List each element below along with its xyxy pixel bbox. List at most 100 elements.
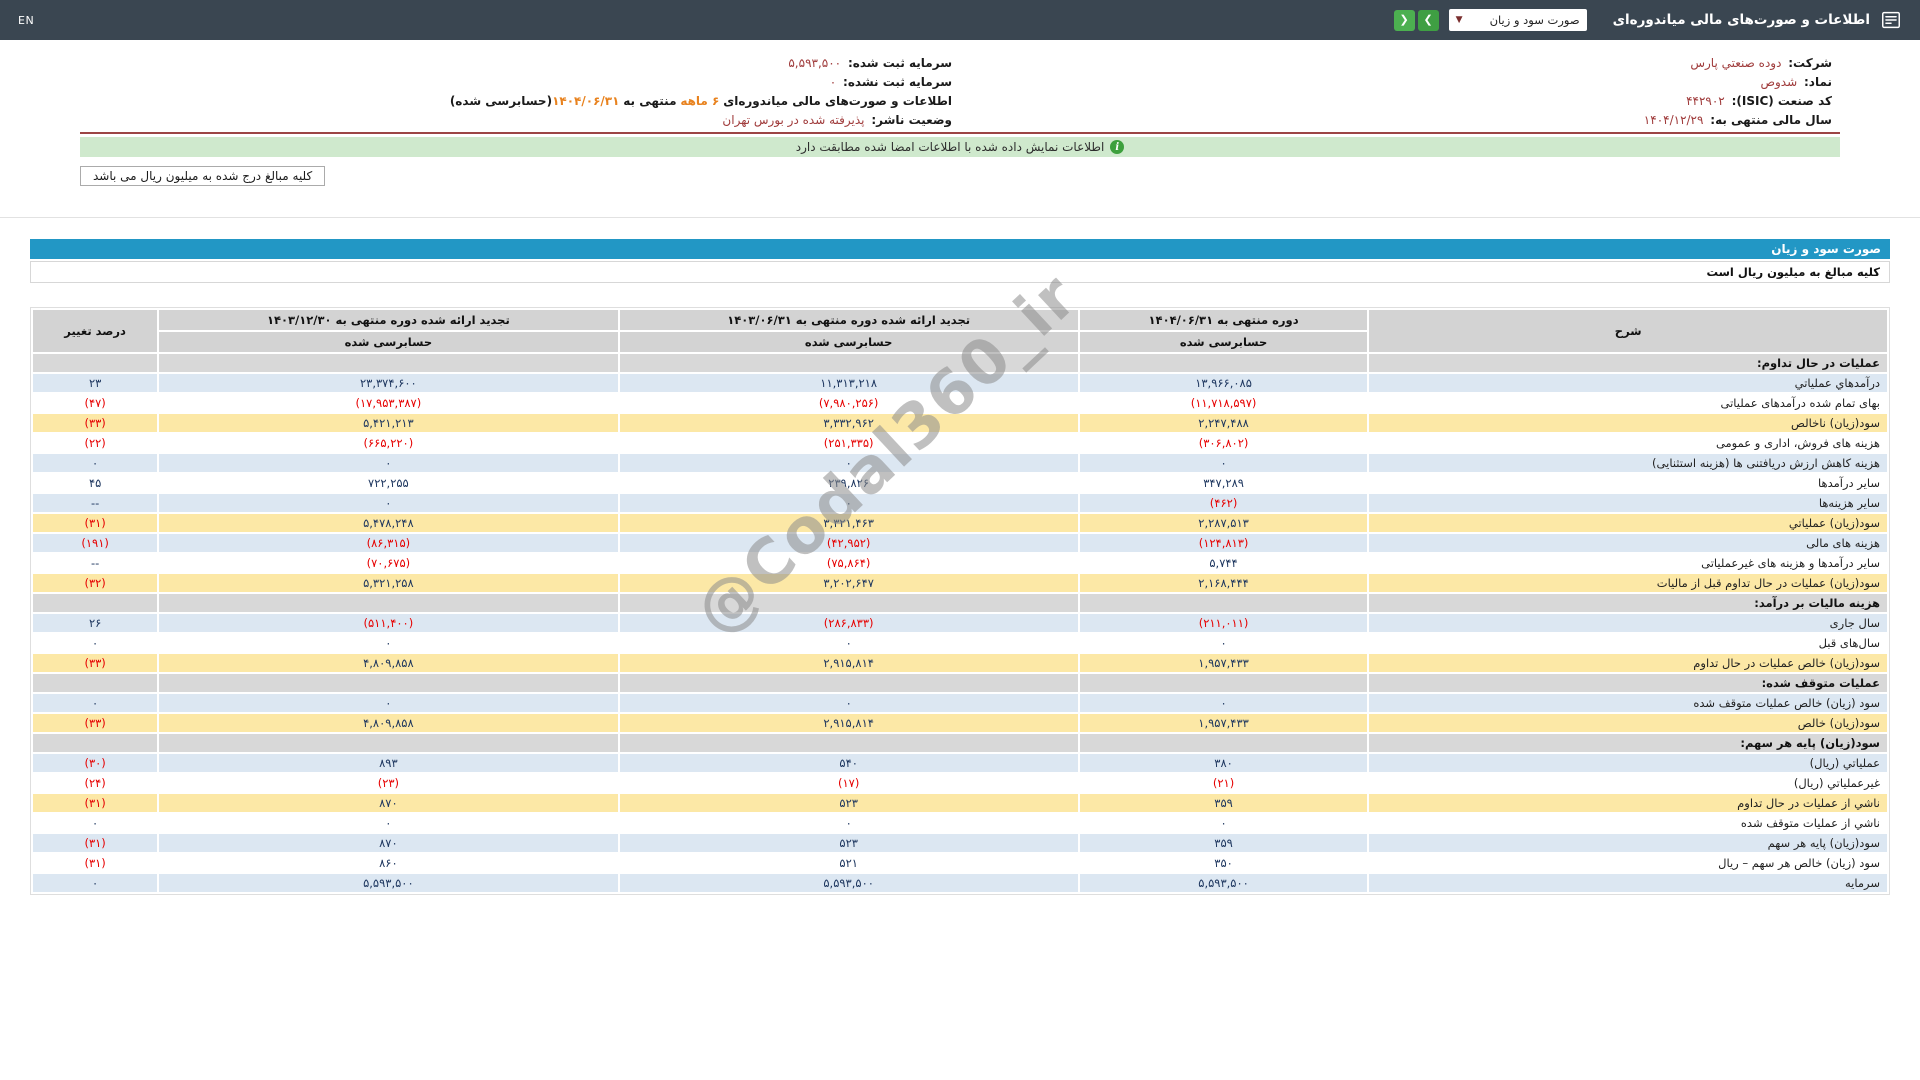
value-cell: (۷۵,۸۶۴)	[619, 553, 1079, 573]
change-percent-cell: (۳۳)	[32, 413, 158, 433]
row-label: غیرعملیاتي (ریال)	[1368, 773, 1888, 793]
change-percent-cell: (۱۹۱)	[32, 533, 158, 553]
value-cell	[619, 733, 1079, 753]
row-label: عملیات متوقف شده:	[1368, 673, 1888, 693]
value-cell	[158, 593, 618, 613]
nav-next-button[interactable]: ❯	[1418, 10, 1439, 31]
value-cell: ۰	[1079, 693, 1369, 713]
value-cell	[1079, 593, 1369, 613]
change-percent-cell: (۳۱)	[32, 793, 158, 813]
info-label: سال مالی منتهی به:	[1710, 113, 1832, 127]
amounts-unit-note-wrap: کلیه مبالغ درج شده به میلیون ریال می باش…	[80, 165, 1840, 186]
language-toggle[interactable]: EN	[18, 14, 34, 27]
row-label: هزینه مالیات بر درآمد:	[1368, 593, 1888, 613]
info-label: وضعیت ناشر:	[871, 113, 952, 127]
value-cell: ۰	[619, 493, 1079, 513]
page-title: اطلاعات و صورت‌های مالی میاندوره‌ای	[1613, 12, 1870, 28]
column-header-period-current: دوره منتهی به ۱۴۰۴/۰۶/۳۱	[1079, 309, 1369, 331]
change-percent-cell: --	[32, 493, 158, 513]
value-cell	[1079, 673, 1369, 693]
value-cell: (۴۲,۹۵۲)	[619, 533, 1079, 553]
value-cell: ۳,۳۳۲,۹۶۲	[619, 413, 1079, 433]
value-cell: ۸۹۳	[158, 753, 618, 773]
statement-nav-buttons: ❯ ❮	[1394, 10, 1439, 31]
info-value: پذیرفته شده در بورس تهران	[722, 113, 867, 127]
value-cell: (۷۰,۶۷۵)	[158, 553, 618, 573]
value-cell: ۰	[619, 453, 1079, 473]
value-cell: ۸۷۰	[158, 793, 618, 813]
statement-row: عملياتي (ریال)۳۸۰۵۴۰۸۹۳(۳۰)	[32, 753, 1888, 773]
value-cell: ۷۲۲,۲۵۵	[158, 473, 618, 493]
report-period-field: اطلاعات و صورت‌های مالی میاندوره‌ای ۶ ما…	[80, 91, 960, 110]
value-cell: (۲۳)	[158, 773, 618, 793]
info-label: کد صنعت (ISIC):	[1732, 94, 1832, 108]
statement-row: هزینه های فروش، اداری و عمومی(۳۰۶,۸۰۲)(۲…	[32, 433, 1888, 453]
row-label: سود(زیان) عملیات در حال تداوم قبل از مال…	[1368, 573, 1888, 593]
column-subheader-audited: حسابرسی شده	[158, 331, 618, 353]
value-cell: ۰	[158, 493, 618, 513]
value-cell	[158, 733, 618, 753]
row-label: درآمدهاي عملياتي	[1368, 373, 1888, 393]
top-header-bar: اطلاعات و صورت‌های مالی میاندوره‌ای صورت…	[0, 0, 1920, 40]
amounts-unit-note: کلیه مبالغ درج شده به میلیون ریال می باش…	[80, 166, 325, 186]
value-cell: ۲,۱۶۸,۴۴۴	[1079, 573, 1369, 593]
value-cell: ۵۲۳	[619, 793, 1079, 813]
statement-select-value: صورت سود و زیان	[1490, 13, 1580, 27]
row-label: سایر درآمدها	[1368, 473, 1888, 493]
statement-row: سال‌های قبل۰۰۰۰	[32, 633, 1888, 653]
statement-row: هزینه کاهش ارزش دریافتنی ها (هزینه استثن…	[32, 453, 1888, 473]
value-cell	[1079, 353, 1369, 373]
value-cell: ۳۵۹	[1079, 793, 1369, 813]
company-info-section: شرکت: دوده صنعتي پارس سرمایه ثبت شده: ۵,…	[80, 53, 1840, 186]
value-cell: ۳۵۰	[1079, 853, 1369, 873]
value-cell: (۱۱,۷۱۸,۵۹۷)	[1079, 393, 1369, 413]
info-value: ۱۴۰۴/۱۲/۲۹	[1644, 113, 1707, 127]
period-middle: منتهی به	[623, 94, 676, 108]
change-percent-cell: ۰	[32, 453, 158, 473]
row-label: سود(زیان) عملیاتي	[1368, 513, 1888, 533]
topbar-right-group: اطلاعات و صورت‌های مالی میاندوره‌ای صورت…	[1394, 9, 1902, 31]
column-header-period-restated-1: تجدید ارائه شده دوره منتهی به ۱۴۰۳/۰۶/۳۱	[619, 309, 1079, 331]
value-cell: ۰	[619, 813, 1079, 833]
row-label: عملیات در حال تداوم:	[1368, 353, 1888, 373]
statement-table-body: عملیات در حال تداوم:درآمدهاي عملياتي۱۳,۹…	[32, 353, 1888, 893]
value-cell: ۵۲۱	[619, 853, 1079, 873]
fiscal-year-end-field: سال مالی منتهی به: ۱۴۰۴/۱۲/۲۹	[960, 110, 1840, 129]
section-divider	[0, 217, 1920, 218]
info-value: ۵,۵۹۳,۵۰۰	[788, 56, 844, 70]
value-cell: ۴,۸۰۹,۸۵۸	[158, 713, 618, 733]
value-cell: (۱۷)	[619, 773, 1079, 793]
value-cell: ۳۸۰	[1079, 753, 1369, 773]
statement-type-select[interactable]: صورت سود و زیان ▼	[1449, 9, 1587, 31]
period-date: ۱۴۰۴/۰۶/۳۱	[552, 94, 619, 108]
value-cell: (۲۱۱,۰۱۱)	[1079, 613, 1369, 633]
row-label: ناشي از عملیات در حال تداوم	[1368, 793, 1888, 813]
unregistered-capital-field: سرمایه ثبت نشده: ۰	[80, 72, 960, 91]
value-cell: ۲۳۹,۸۲۶	[619, 473, 1079, 493]
row-label: سود(زیان) پایه هر سهم:	[1368, 733, 1888, 753]
value-cell: ۰	[158, 693, 618, 713]
change-percent-cell: (۳۲)	[32, 573, 158, 593]
value-cell: ۰	[158, 813, 618, 833]
statement-row: هزینه های مالی(۱۲۴,۸۱۳)(۴۲,۹۵۲)(۸۶,۳۱۵)(…	[32, 533, 1888, 553]
value-cell: ۱۳,۹۶۶,۰۸۵	[1079, 373, 1369, 393]
statement-row: ناشي از عملیات متوقف شده۰۰۰۰	[32, 813, 1888, 833]
value-cell: ۰	[619, 633, 1079, 653]
value-cell: ۲۳,۳۷۴,۶۰۰	[158, 373, 618, 393]
statement-row: سود(زیان) عملیاتي۲,۲۸۷,۵۱۳۳,۳۲۱,۴۶۳۵,۴۷۸…	[32, 513, 1888, 533]
value-cell: ۲,۹۱۵,۸۱۴	[619, 653, 1079, 673]
info-value: ۴۴۲۹۰۲	[1686, 94, 1728, 108]
row-label: هزینه های فروش، اداری و عمومی	[1368, 433, 1888, 453]
info-circle-icon: i	[1110, 140, 1124, 154]
statement-row: سرمایه۵,۵۹۳,۵۰۰۵,۵۹۳,۵۰۰۵,۵۹۳,۵۰۰۰	[32, 873, 1888, 893]
nav-prev-button[interactable]: ❮	[1394, 10, 1415, 31]
row-label: سرمایه	[1368, 873, 1888, 893]
info-value: دوده صنعتي پارس	[1690, 56, 1784, 70]
statement-row: سود(زیان) عملیات در حال تداوم قبل از مال…	[32, 573, 1888, 593]
section-row: هزینه مالیات بر درآمد:	[32, 593, 1888, 613]
statement-row: سال جاری(۲۱۱,۰۱۱)(۲۸۶,۸۳۳)(۵۱۱,۴۰۰)۲۶	[32, 613, 1888, 633]
row-label: سال‌های قبل	[1368, 633, 1888, 653]
change-percent-cell	[32, 593, 158, 613]
change-percent-cell: (۳۱)	[32, 513, 158, 533]
section-row: عملیات در حال تداوم:	[32, 353, 1888, 373]
